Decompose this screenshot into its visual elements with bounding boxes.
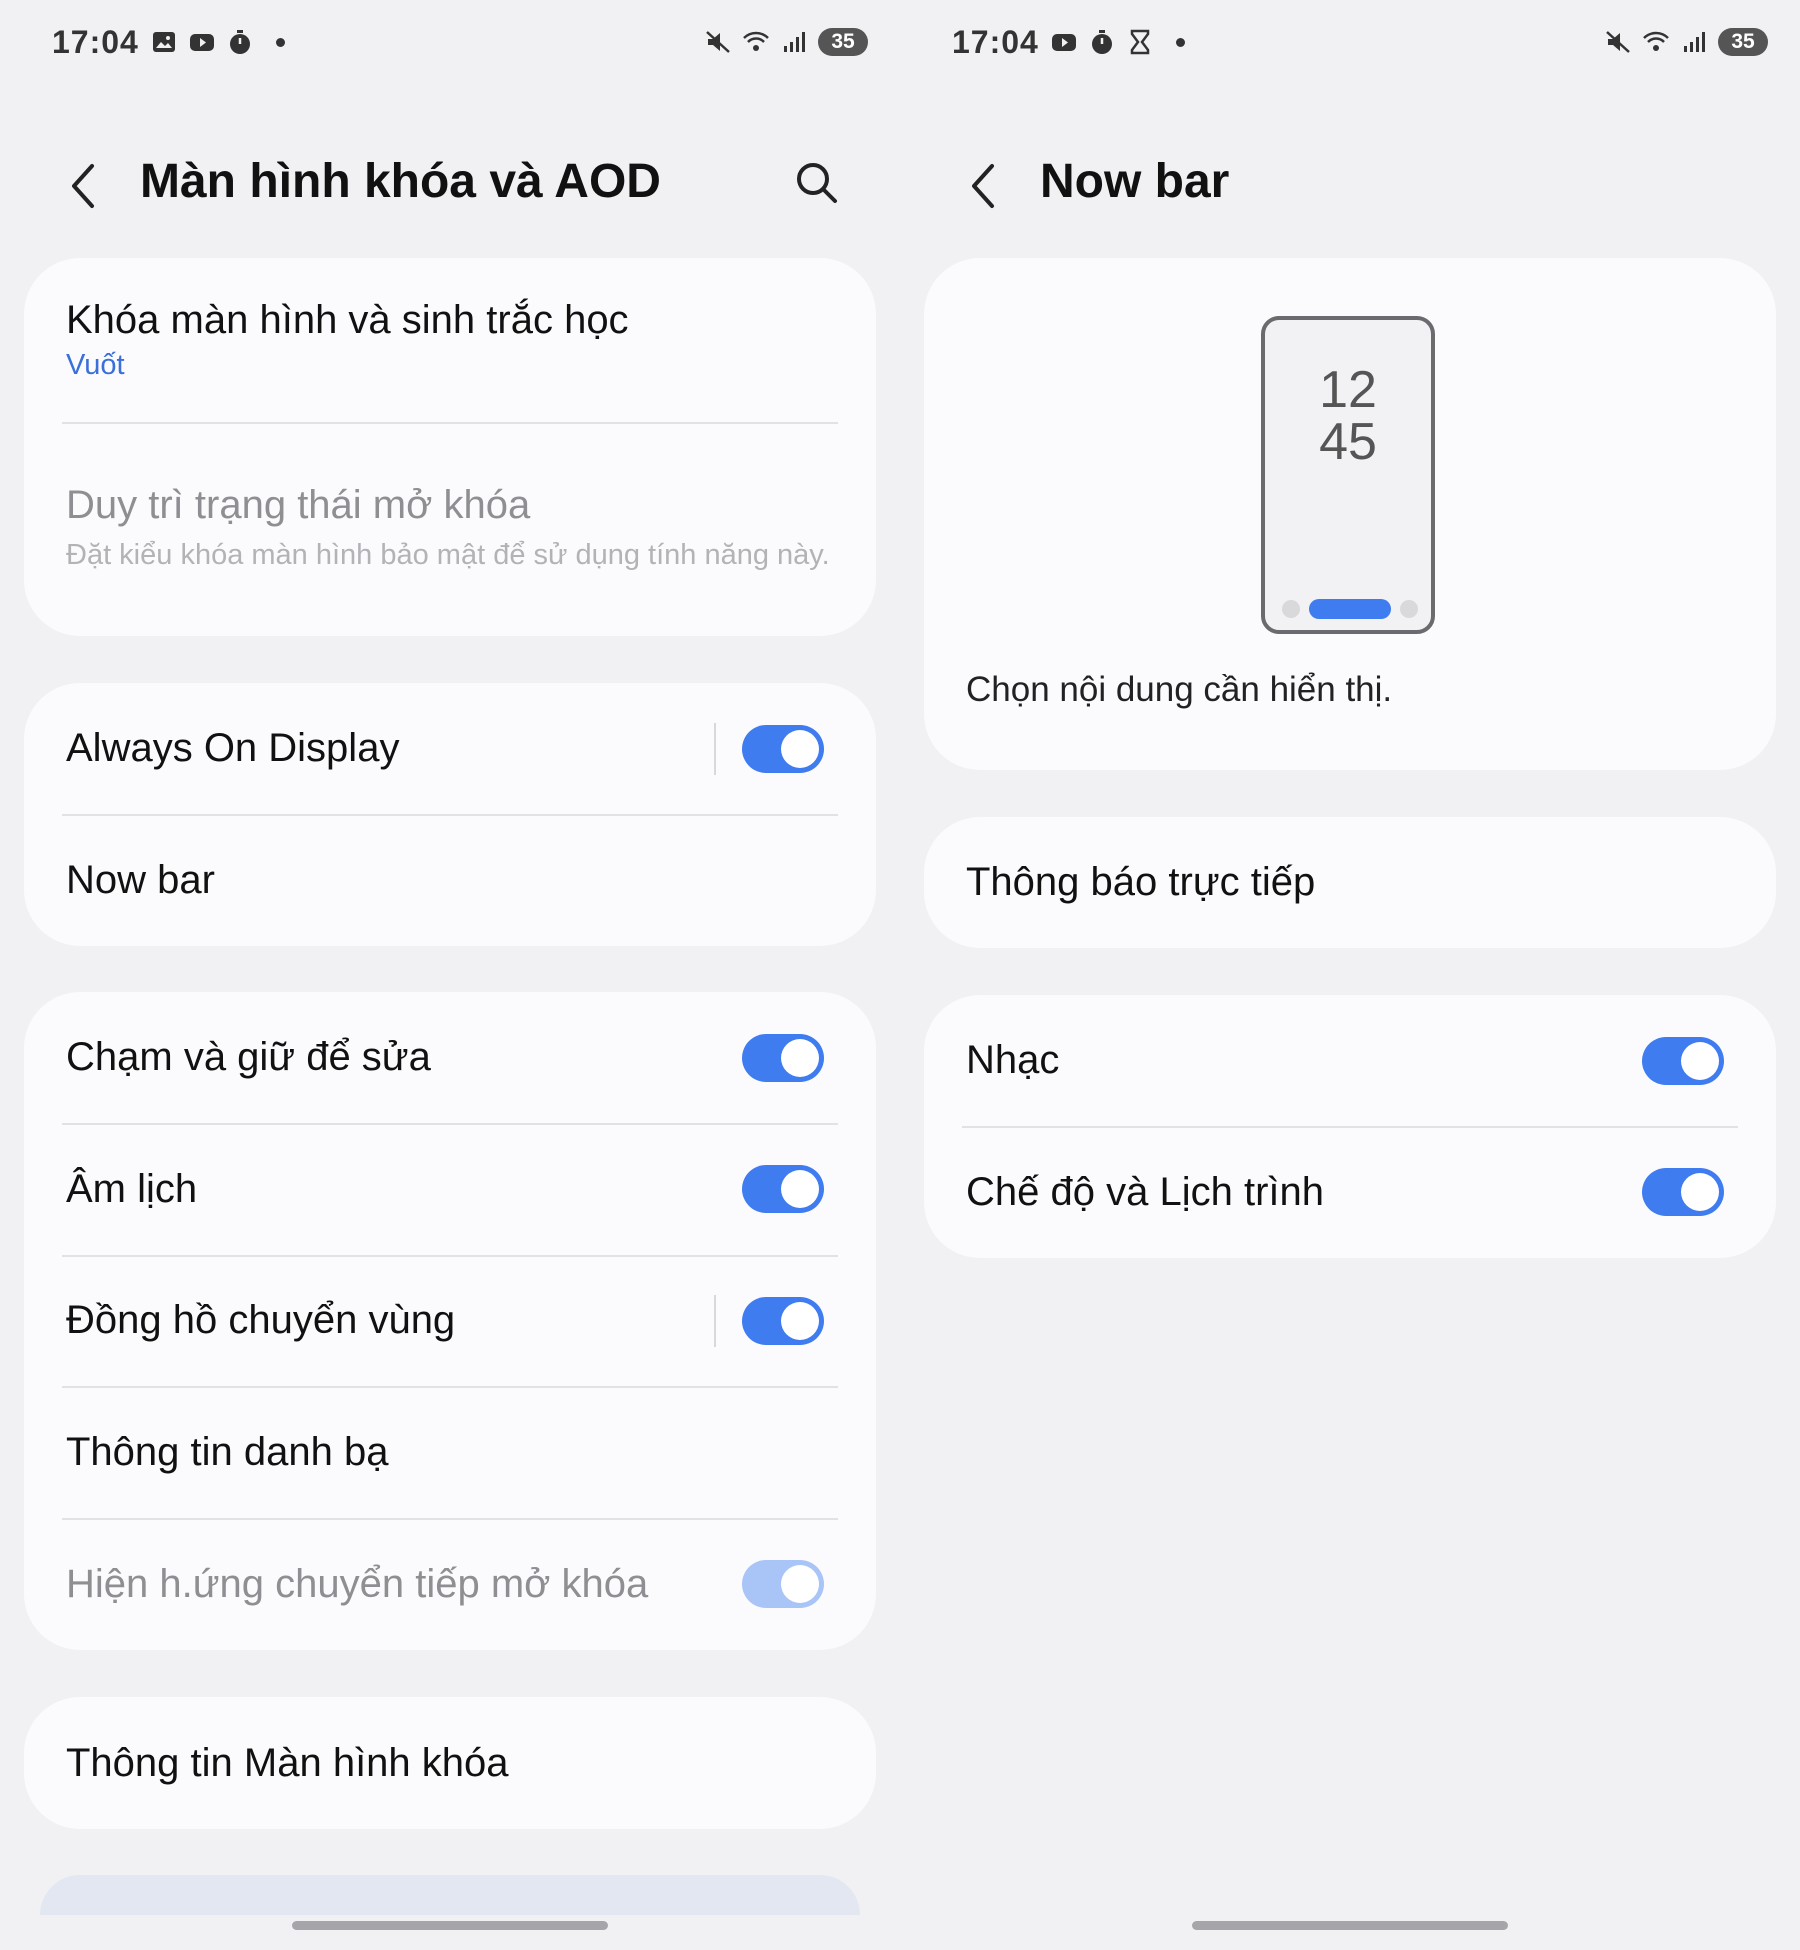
battery-indicator: 35 xyxy=(818,28,868,56)
toggle-knob xyxy=(781,1301,819,1340)
status-time: 17:04 xyxy=(952,24,1039,60)
preview-now-bar xyxy=(1309,599,1391,619)
lock-screen-settings-screen: 17:04 35 Màn hình khóa và AOD Khóa màn h… xyxy=(0,0,900,1950)
keep-unlocked-item: Duy trì trạng thái mở khóa Đặt kiểu khóa… xyxy=(24,422,876,636)
page-header: Màn hình khóa và AOD xyxy=(0,150,900,220)
aod-label: Always On Display xyxy=(66,726,400,770)
keep-unlocked-label: Duy trì trạng thái mở khóa xyxy=(66,482,531,527)
page-title: Now bar xyxy=(1040,155,1230,208)
toggle-knob xyxy=(1681,1173,1719,1211)
preview-caption: Chọn nội dung cần hiển thị. xyxy=(966,670,1393,709)
roaming-clock-label: Đồng hồ chuyển vùng xyxy=(66,1298,456,1342)
youtube-icon xyxy=(190,34,214,51)
home-indicator[interactable] xyxy=(1192,1921,1508,1930)
status-bar: 17:04 35 xyxy=(952,18,1780,68)
live-notifications-item[interactable]: Thông báo trực tiếp xyxy=(924,817,1776,948)
signal-icon xyxy=(784,32,805,52)
next-card-peek xyxy=(40,1875,860,1915)
mute-icon xyxy=(706,31,730,53)
contact-info-item[interactable]: Thông tin danh bạ xyxy=(24,1386,876,1518)
lunar-calendar-toggle[interactable] xyxy=(742,1165,824,1213)
back-icon[interactable] xyxy=(962,156,1006,216)
more-notifications-dot-icon xyxy=(1176,37,1185,47)
modes-routines-toggle[interactable] xyxy=(1642,1168,1724,1216)
home-indicator[interactable] xyxy=(292,1921,608,1930)
touch-hold-edit-toggle[interactable] xyxy=(742,1033,824,1082)
roaming-clock-item[interactable]: Đồng hồ chuyển vùng xyxy=(24,1255,876,1386)
mute-icon xyxy=(1606,31,1630,53)
toggle-knob xyxy=(1681,1041,1719,1080)
keep-unlocked-description: Đặt kiểu khóa màn hình bảo mật để sử dụn… xyxy=(66,538,830,571)
preview-clock: 12 45 xyxy=(1265,364,1431,468)
toggle-knob xyxy=(781,729,819,768)
wifi-icon xyxy=(743,31,769,51)
gallery-icon xyxy=(153,32,175,52)
now-bar-item[interactable]: Now bar xyxy=(24,814,876,946)
youtube-icon xyxy=(1052,34,1076,51)
back-icon[interactable] xyxy=(62,156,106,216)
wifi-icon xyxy=(1643,31,1669,51)
hourglass-icon xyxy=(1130,29,1150,55)
preview-dot xyxy=(1282,600,1300,618)
lock-screen-info-card: Thông tin Màn hình khóa xyxy=(24,1697,876,1829)
more-notifications-dot-icon xyxy=(276,37,285,47)
lock-type-label: Khóa màn hình và sinh trắc học xyxy=(66,298,629,342)
unlock-transition-label: Hiện h.ứng chuyển tiếp mở khóa xyxy=(66,1561,649,1606)
phone-preview-illustration: 12 45 xyxy=(1261,316,1435,634)
now-bar-preview-card: 12 45 Chọn nội dung cần hiển thị. xyxy=(924,258,1776,770)
live-notifications-label: Thông báo trực tiếp xyxy=(966,860,1316,904)
now-bar-content-card: Nhạc Chế độ và Lịch trình xyxy=(924,995,1776,1258)
battery-indicator: 35 xyxy=(1718,28,1768,56)
page-title: Màn hình khóa và AOD xyxy=(140,155,661,208)
touch-hold-edit-item[interactable]: Chạm và giữ để sửa xyxy=(24,992,876,1123)
toggle-knob xyxy=(781,1565,819,1603)
music-toggle[interactable] xyxy=(1642,1036,1724,1085)
preview-dot xyxy=(1400,600,1418,618)
lunar-calendar-item[interactable]: Âm lịch xyxy=(24,1123,876,1255)
modes-routines-item[interactable]: Chế độ và Lịch trình xyxy=(924,1126,1776,1258)
search-icon[interactable] xyxy=(792,158,842,208)
divider xyxy=(714,722,716,775)
music-item[interactable]: Nhạc xyxy=(924,995,1776,1126)
lock-type-value: Vuốt xyxy=(66,349,125,381)
lock-screen-options-card: Chạm và giữ để sửa Âm lịch Đồng hồ chuyể… xyxy=(24,992,876,1650)
lunar-calendar-label: Âm lịch xyxy=(66,1166,198,1211)
aod-toggle[interactable] xyxy=(742,724,824,773)
lock-screen-info-item[interactable]: Thông tin Màn hình khóa xyxy=(24,1697,876,1829)
timer-icon xyxy=(230,30,250,54)
touch-hold-edit-label: Chạm và giữ để sửa xyxy=(66,1035,431,1079)
timer-icon xyxy=(1092,30,1112,54)
live-notifications-card: Thông báo trực tiếp xyxy=(924,817,1776,948)
toggle-knob xyxy=(781,1170,819,1208)
music-label: Nhạc xyxy=(966,1038,1060,1082)
status-time: 17:04 xyxy=(52,24,139,60)
now-bar-label: Now bar xyxy=(66,857,215,902)
preview-hour: 12 xyxy=(1319,361,1377,419)
toggle-knob xyxy=(781,1038,819,1077)
roaming-clock-toggle[interactable] xyxy=(742,1296,824,1345)
preview-minute: 45 xyxy=(1319,413,1377,471)
aod-card: Always On Display Now bar xyxy=(24,683,876,946)
lock-screen-info-label: Thông tin Màn hình khóa xyxy=(66,1740,509,1785)
lock-type-item[interactable]: Khóa màn hình và sinh trắc học Vuốt xyxy=(24,258,876,422)
unlock-transition-toggle xyxy=(742,1560,824,1608)
status-bar: 17:04 35 xyxy=(52,18,880,68)
page-header: Now bar xyxy=(900,150,1800,220)
modes-routines-label: Chế độ và Lịch trình xyxy=(966,1169,1324,1214)
aod-item[interactable]: Always On Display xyxy=(24,683,876,814)
divider xyxy=(714,1294,716,1347)
unlock-transition-item: Hiện h.ứng chuyển tiếp mở khóa xyxy=(24,1518,876,1650)
signal-icon xyxy=(1684,32,1705,52)
contact-info-label: Thông tin danh bạ xyxy=(66,1429,389,1474)
security-card: Khóa màn hình và sinh trắc học Vuốt Duy … xyxy=(24,258,876,636)
now-bar-settings-screen: 17:04 35 Now bar 12 45 Chọn nội dung cần… xyxy=(900,0,1800,1950)
